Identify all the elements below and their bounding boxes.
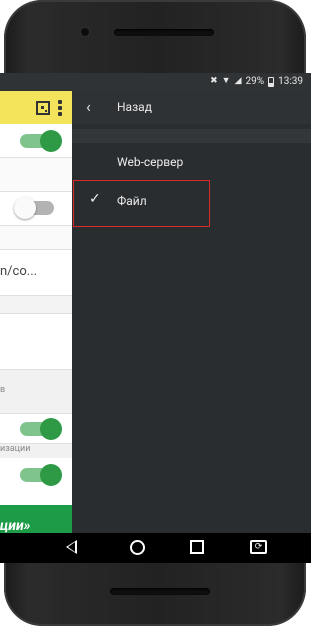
home-icon[interactable] — [130, 540, 145, 555]
back-arrow-icon[interactable]: ‹ — [86, 99, 91, 115]
system-nav-bar: ⟳ — [0, 533, 311, 563]
status-bar: ✖ ▼ ◢ 29% 13:39 — [0, 73, 311, 91]
back-label[interactable]: Назад — [117, 100, 152, 114]
status-time: 13:39 — [278, 76, 303, 87]
section-header: в — [0, 370, 72, 414]
battery-percent: 29% — [245, 76, 265, 87]
screen: ✖ ▼ ◢ 29% 13:39 n/co... в изации ции» ‹ … — [0, 73, 311, 563]
drawer-divider — [72, 129, 311, 143]
mute-icon: ✖ — [210, 76, 218, 86]
section-label: изации — [0, 444, 31, 454]
address-row[interactable]: n/co... — [0, 250, 72, 296]
recents-icon[interactable] — [190, 540, 204, 554]
front-camera — [81, 28, 89, 36]
address-text: n/co... — [0, 264, 38, 279]
bottom-speaker — [110, 588, 210, 595]
rotate-icon[interactable]: ⟳ — [250, 540, 267, 554]
top-speaker — [114, 29, 214, 36]
settings-row-spacer — [0, 226, 72, 250]
section-header: изации — [0, 444, 72, 458]
app-toolbar — [0, 91, 72, 124]
app-bottom-button-label: ции» — [0, 518, 31, 533]
back-icon[interactable] — [66, 540, 77, 554]
overflow-menu-icon[interactable] — [58, 100, 62, 116]
menu-item-web-server[interactable]: Web-сервер — [72, 150, 311, 174]
toggle-switch-on[interactable] — [20, 464, 62, 486]
settings-row[interactable] — [0, 414, 72, 444]
toggle-switch-on[interactable] — [20, 418, 62, 440]
settings-row[interactable] — [0, 458, 72, 505]
section-label: в — [0, 385, 6, 395]
menu-item-label: Web-сервер — [117, 155, 184, 169]
app-bottom-button[interactable]: ции» — [0, 505, 72, 533]
battery-icon — [268, 76, 275, 87]
settings-row[interactable] — [0, 192, 72, 226]
selection-highlight-box — [73, 180, 210, 227]
signal-icon: ◢ — [234, 76, 242, 86]
underlying-app: n/co... в изации ции» — [0, 91, 72, 533]
settings-row-spacer — [0, 158, 72, 192]
settings-row[interactable] — [0, 124, 72, 158]
wifi-icon: ▼ — [221, 76, 231, 86]
section-spacer — [0, 296, 72, 314]
toggle-switch-off[interactable] — [14, 197, 54, 219]
drawer-header[interactable]: ‹ Назад — [72, 91, 311, 124]
qr-code-icon[interactable] — [36, 101, 50, 115]
toggle-switch-on[interactable] — [20, 130, 62, 152]
blank-row[interactable] — [0, 314, 72, 370]
navigation-drawer: ‹ Назад Web-сервер ✓ Файл — [72, 91, 311, 533]
